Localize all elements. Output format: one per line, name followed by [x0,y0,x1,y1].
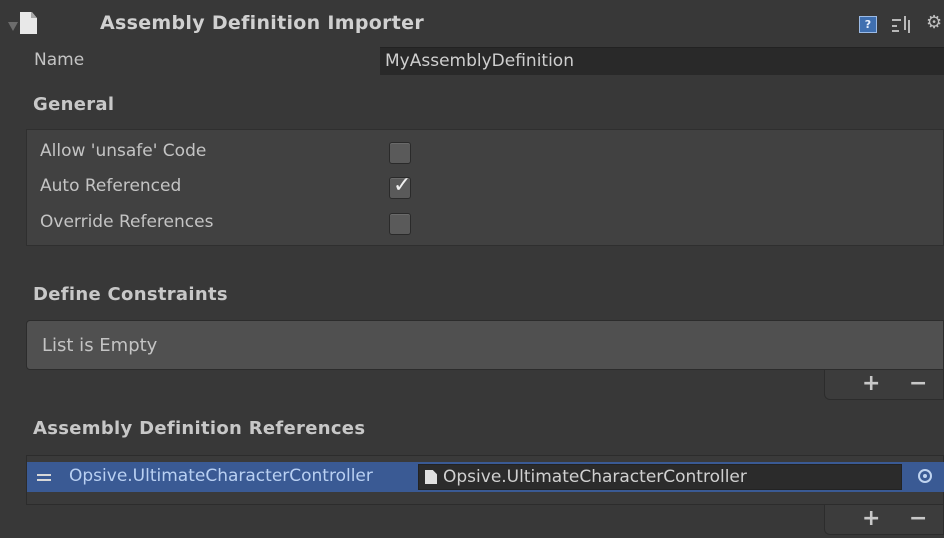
general-heading: General [33,94,115,115]
allow-unsafe-label: Allow 'unsafe' Code [40,141,207,161]
reference-object-field[interactable]: Opsive.UltimateCharacterController [418,464,902,490]
drag-handle-icon[interactable] [37,474,51,481]
name-value: MyAssemblyDefinition [385,51,574,71]
define-constraints-heading: Define Constraints [33,284,228,305]
inspector-header: Assembly Definition Importer ? ⚙ [0,10,944,44]
override-references-checkbox[interactable] [389,213,411,235]
override-references-label: Override References [40,212,214,232]
checkmark-icon: ✓ [393,173,412,198]
assembly-references-footer: + − [824,505,944,535]
asset-file-icon [20,12,37,34]
auto-referenced-checkbox[interactable]: ✓ [389,173,412,199]
remove-reference-button[interactable]: − [909,508,927,530]
name-field[interactable]: MyAssemblyDefinition [380,47,944,75]
define-constraints-list: List is Empty [26,320,944,370]
allow-unsafe-checkbox[interactable] [389,142,411,164]
object-picker-icon[interactable] [918,469,932,483]
inspector-title: Assembly Definition Importer [100,12,425,34]
inspector-panel: Assembly Definition Importer ? ⚙ Name My… [0,0,944,538]
help-icon[interactable]: ? [859,16,877,33]
reference-asset-value: Opsive.UltimateCharacterController [443,467,747,487]
gear-icon[interactable]: ⚙ [926,13,942,33]
auto-referenced-label: Auto Referenced [40,176,182,196]
assembly-references-heading: Assembly Definition References [33,418,366,439]
name-label: Name [34,50,85,70]
presets-icon[interactable] [892,16,914,34]
list-empty-text: List is Empty [42,335,158,356]
add-reference-button[interactable]: + [862,508,880,530]
asset-file-icon [425,470,437,484]
add-constraint-button[interactable]: + [862,373,880,395]
remove-constraint-button[interactable]: − [909,373,927,395]
define-constraints-footer: + − [824,370,944,400]
foldout-expanded-icon[interactable] [8,22,18,31]
reference-name: Opsive.UltimateCharacterController [69,466,373,486]
